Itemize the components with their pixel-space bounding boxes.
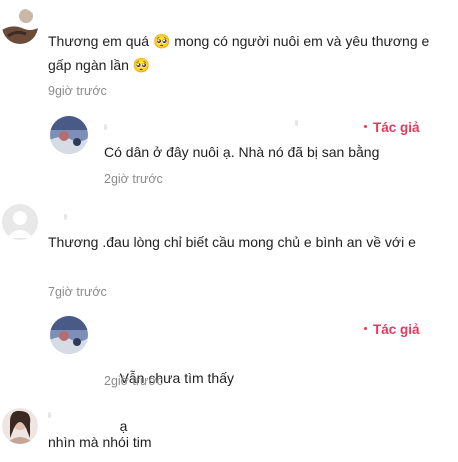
comment-item: Thương .đau lòng chỉ biết cầu mong chủ e… bbox=[0, 200, 458, 305]
author-avatar-photo-icon bbox=[50, 316, 88, 354]
badge-dot bbox=[364, 124, 367, 128]
comment-timestamp: 7giờ trước bbox=[48, 285, 107, 299]
comment-timestamp: 2giờ trước bbox=[104, 172, 163, 186]
user-name-hidden bbox=[48, 412, 51, 418]
reply-item: Tác giả Vẫn chưa tìm thấy ạ 2giờ trước bbox=[0, 312, 458, 434]
user-avatar[interactable] bbox=[2, 204, 38, 240]
author-badge-label: Tác giả bbox=[373, 322, 420, 337]
comment-timestamp: 9giờ trước bbox=[48, 84, 107, 98]
user-avatar-photo-icon bbox=[2, 408, 38, 444]
author-name-hidden bbox=[104, 124, 107, 130]
default-user-avatar-icon bbox=[2, 204, 38, 240]
badge-dot bbox=[364, 326, 367, 330]
author-badge: Tác giả bbox=[364, 120, 420, 135]
author-avatar[interactable] bbox=[50, 116, 88, 154]
comment-text: Thương em quá 🥺 mong có người nuôi em và… bbox=[48, 33, 434, 73]
author-avatar[interactable] bbox=[50, 316, 88, 354]
comment-item: nhìn mà nhói tim bbox=[0, 400, 458, 450]
author-badge-label: Tác giả bbox=[373, 120, 420, 135]
comment-timestamp: 2giờ trước bbox=[104, 374, 163, 388]
comment-text: nhìn mà nhói tim bbox=[48, 434, 152, 450]
user-name-hidden bbox=[64, 214, 67, 220]
comment-text: Thương .đau lòng chỉ biết cầu mong chủ e… bbox=[48, 234, 416, 250]
author-name-hidden bbox=[295, 120, 298, 126]
user-avatar[interactable] bbox=[2, 408, 38, 444]
reply-item: Tác giả Có dân ở đây nuôi ạ. Nhà nó đã b… bbox=[0, 110, 458, 190]
comment-text: Có dân ở đây nuôi ạ. Nhà nó đã bị san bằ… bbox=[104, 144, 380, 160]
user-avatar-photo-icon bbox=[2, 8, 38, 44]
author-avatar-photo-icon bbox=[50, 116, 88, 154]
author-badge: Tác giả bbox=[364, 322, 420, 337]
comment-item: Thương em quá 🥺 mong có người nuôi em và… bbox=[0, 0, 458, 100]
user-avatar[interactable] bbox=[2, 8, 38, 44]
